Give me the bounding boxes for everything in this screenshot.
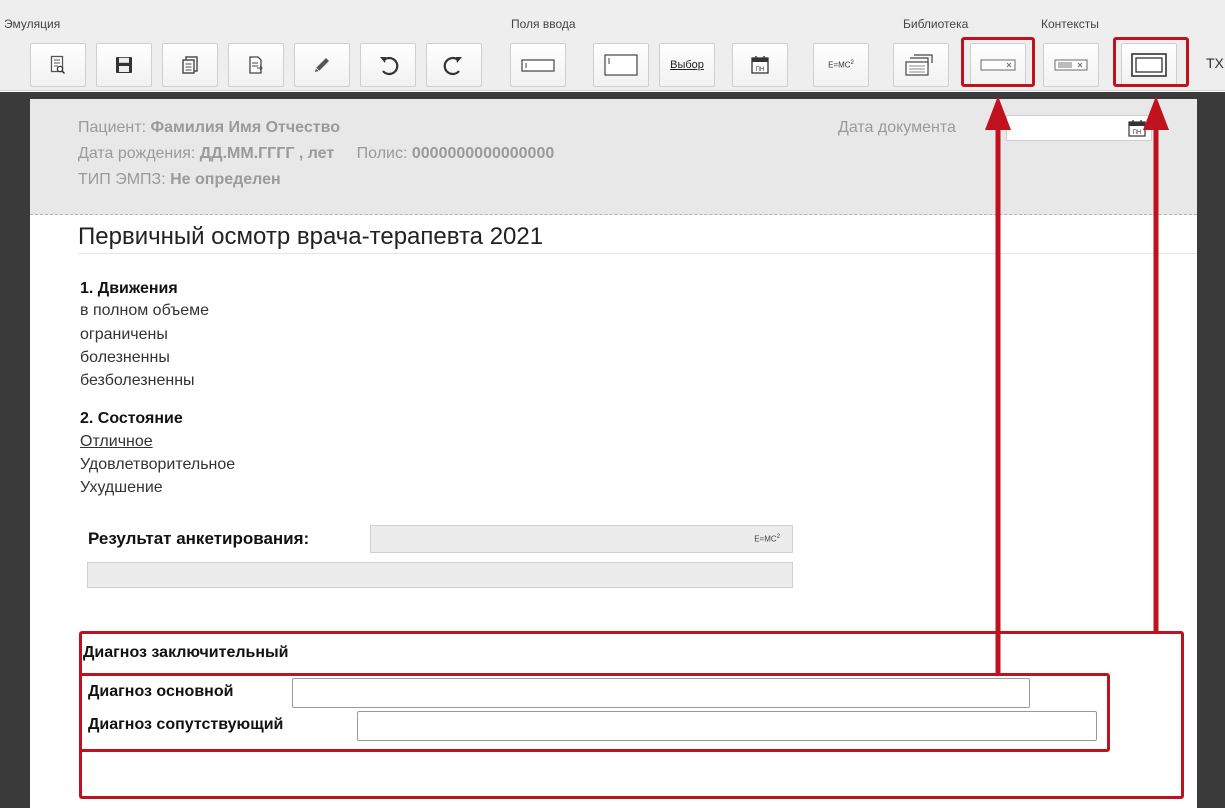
option-item[interactable]: Ухудшение: [80, 479, 163, 497]
document-date-field[interactable]: ПН: [1006, 115, 1152, 141]
policy-value: 0000000000000000: [411, 145, 555, 162]
save-button[interactable]: [96, 43, 152, 87]
option-item[interactable]: болезненны: [80, 349, 170, 367]
svg-text:ПН: ПН: [1133, 130, 1142, 136]
formula-sup: 2: [776, 534, 780, 540]
export-button[interactable]: [228, 43, 284, 87]
group-label-emulation: Эмуляция: [4, 17, 61, 31]
group-label-contexts: Контексты: [1041, 17, 1099, 31]
insert-formula-button[interactable]: E=MC2: [813, 43, 869, 87]
formula-text: E=MC: [754, 534, 777, 544]
dob-value: ДД.ММ.ГГГГ , лет: [199, 145, 335, 162]
patient-label: Пациент:: [78, 119, 147, 136]
multiline-field-icon: [604, 54, 638, 76]
redo-icon: [443, 56, 462, 76]
formula-text: E=MC: [828, 60, 851, 70]
choice-field-icon: Выбор: [670, 59, 704, 71]
svg-text:ПН: ПН: [756, 67, 765, 73]
survey-result-formula-field[interactable]: E=MC2: [370, 525, 793, 553]
option-item[interactable]: в полном объеме: [80, 302, 209, 320]
insert-text-field-button[interactable]: [510, 43, 566, 87]
patient-header: Пациент: Фамилия Имя Отчество Дата рожде…: [30, 99, 1197, 215]
option-item-selected[interactable]: Отличное: [80, 433, 153, 451]
insert-date-field-button[interactable]: ПН: [732, 43, 788, 87]
pen-icon: [315, 58, 329, 72]
editor-frame-left: [0, 92, 30, 808]
emr-type-value: Не определен: [170, 171, 281, 188]
edit-button[interactable]: [294, 43, 350, 87]
undo-button[interactable]: [360, 43, 416, 87]
editor-frame-top: [0, 92, 1225, 99]
formula-field-icon: E=MC2: [828, 60, 854, 70]
policy-label: Полис:: [356, 145, 408, 162]
preview-icon: [50, 55, 66, 75]
option-item[interactable]: Удовлетворительное: [80, 456, 235, 474]
copy-button[interactable]: [162, 43, 218, 87]
context-list-icon: [1054, 59, 1088, 71]
group-label-library: Библиотека: [903, 17, 969, 31]
save-icon: [116, 57, 132, 73]
editor-toolbar: Эмуляция Поля ввода Библиотека Контексты: [0, 0, 1225, 91]
formula-sup: 2: [850, 60, 854, 67]
formula-icon: E=MC2: [754, 534, 780, 544]
group-label-input-fields: Поля ввода: [511, 17, 576, 31]
export-icon: [249, 56, 263, 74]
copy-icon: [182, 56, 198, 74]
document-date-label: Дата документа: [838, 119, 956, 136]
calendar-icon[interactable]: ПН: [1127, 119, 1147, 137]
insert-context-list-button[interactable]: [1043, 43, 1099, 87]
clipped-toolbar-button-label[interactable]: ТХ: [1206, 55, 1224, 71]
section-heading-movements: 1. Движения: [80, 280, 178, 297]
redo-button[interactable]: [426, 43, 482, 87]
library-button[interactable]: [893, 43, 949, 87]
undo-icon: [380, 56, 399, 76]
highlight-diagnosis-fields: [79, 673, 1110, 752]
editor-frame-right: [1197, 92, 1225, 808]
emr-type-label: ТИП ЭМПЗ:: [78, 171, 166, 188]
date-field-icon: ПН: [751, 56, 769, 74]
library-icon: [905, 54, 933, 76]
patient-name: Фамилия Имя Отчество: [150, 119, 340, 136]
option-item[interactable]: ограничены: [80, 326, 168, 344]
dob-label: Дата рождения:: [78, 145, 196, 162]
survey-result-label: Результат анкетирования:: [88, 529, 310, 548]
preview-button[interactable]: [30, 43, 86, 87]
highlight-context-field-button: [961, 37, 1035, 87]
option-item[interactable]: безболезненны: [80, 372, 195, 390]
title-divider: [78, 253, 1197, 254]
insert-choice-button[interactable]: Выбор: [659, 43, 715, 87]
dob-line: Дата рождения: ДД.ММ.ГГГГ , лет Полис: 0…: [78, 145, 554, 163]
document-title: Первичный осмотр врача-терапевта 2021: [78, 223, 544, 250]
emr-type-line: ТИП ЭМПЗ: Не определен: [78, 171, 281, 189]
section-heading-condition: 2. Состояние: [80, 410, 183, 427]
text-field-icon: [521, 59, 555, 72]
highlight-context-frame-button: [1113, 37, 1189, 87]
insert-multiline-field-button[interactable]: [593, 43, 649, 87]
survey-result-text-field[interactable]: [87, 562, 793, 588]
patient-line: Пациент: Фамилия Имя Отчество: [78, 119, 340, 137]
